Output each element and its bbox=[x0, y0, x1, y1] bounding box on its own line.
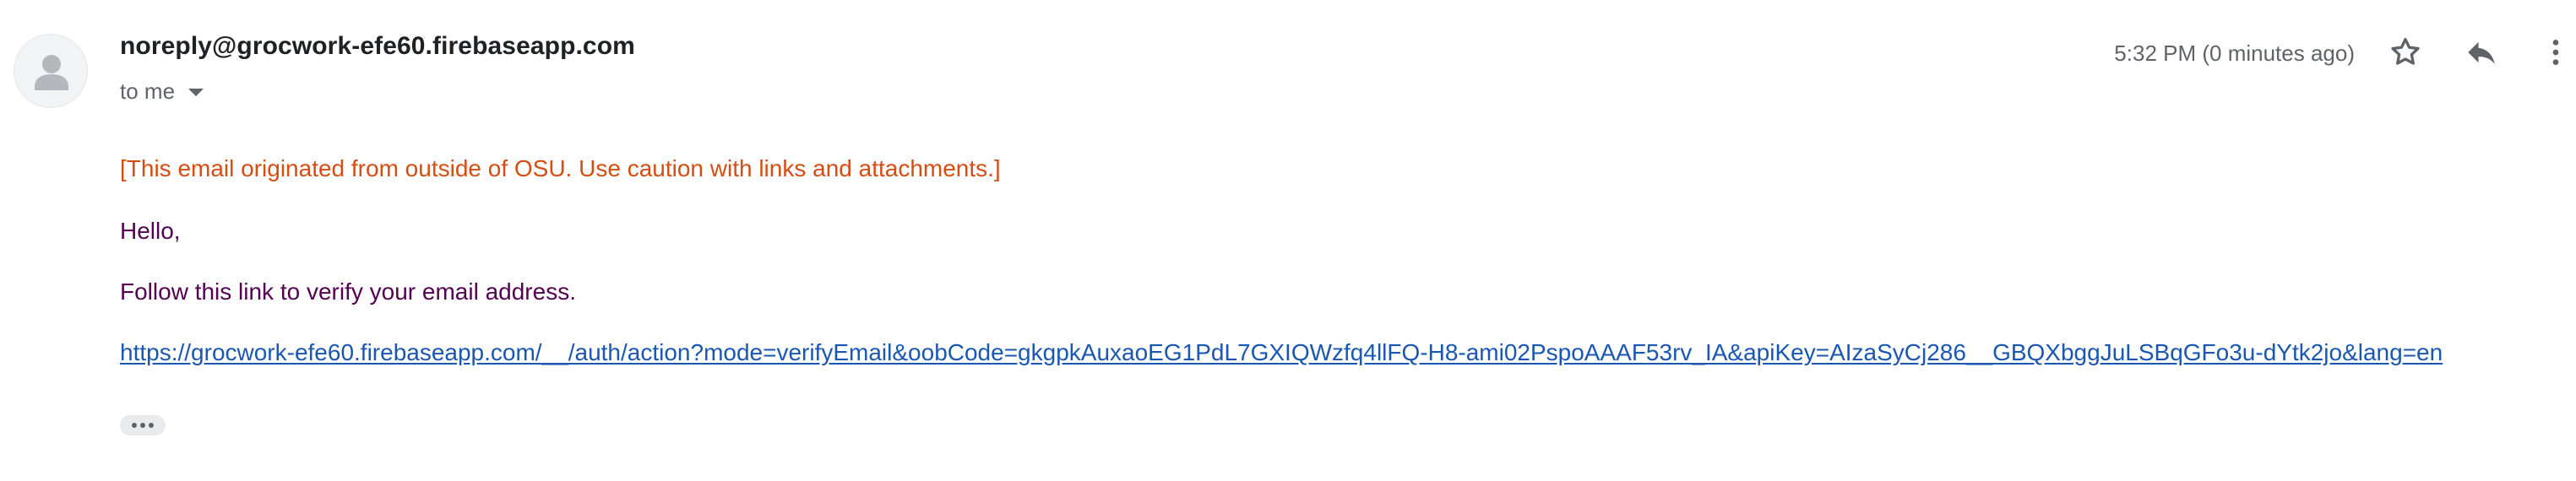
sender-avatar bbox=[14, 34, 88, 108]
star-outline-icon[interactable] bbox=[2389, 35, 2422, 69]
default-avatar-icon bbox=[35, 55, 68, 90]
recipient-label: to me bbox=[120, 78, 176, 104]
message-timestamp: 5:32 PM (0 minutes ago) bbox=[2114, 41, 2355, 66]
sender-address: noreply@grocwork-efe60.firebaseapp.com bbox=[120, 32, 635, 60]
instruction-text: Follow this link to verify your email ad… bbox=[120, 278, 576, 305]
more-vert-icon[interactable] bbox=[2539, 35, 2573, 69]
reply-button[interactable] bbox=[2454, 25, 2508, 79]
external-email-warning: [This email originated from outside of O… bbox=[120, 155, 1001, 181]
reply-icon[interactable] bbox=[2464, 35, 2499, 70]
show-trimmed-content-button[interactable] bbox=[120, 415, 166, 435]
ellipsis-dot bbox=[149, 423, 154, 428]
more-options-button[interactable] bbox=[2529, 25, 2576, 79]
ellipsis-dot bbox=[132, 423, 137, 428]
recipient-details-toggle[interactable]: to me bbox=[120, 78, 204, 105]
verify-email-link[interactable]: https://grocwork-efe60.firebaseapp.com/_… bbox=[120, 339, 2443, 366]
caret-down-icon[interactable] bbox=[188, 89, 204, 96]
greeting-text: Hello, bbox=[120, 218, 181, 244]
star-button[interactable] bbox=[2378, 25, 2432, 79]
ellipsis-dot bbox=[140, 423, 145, 428]
